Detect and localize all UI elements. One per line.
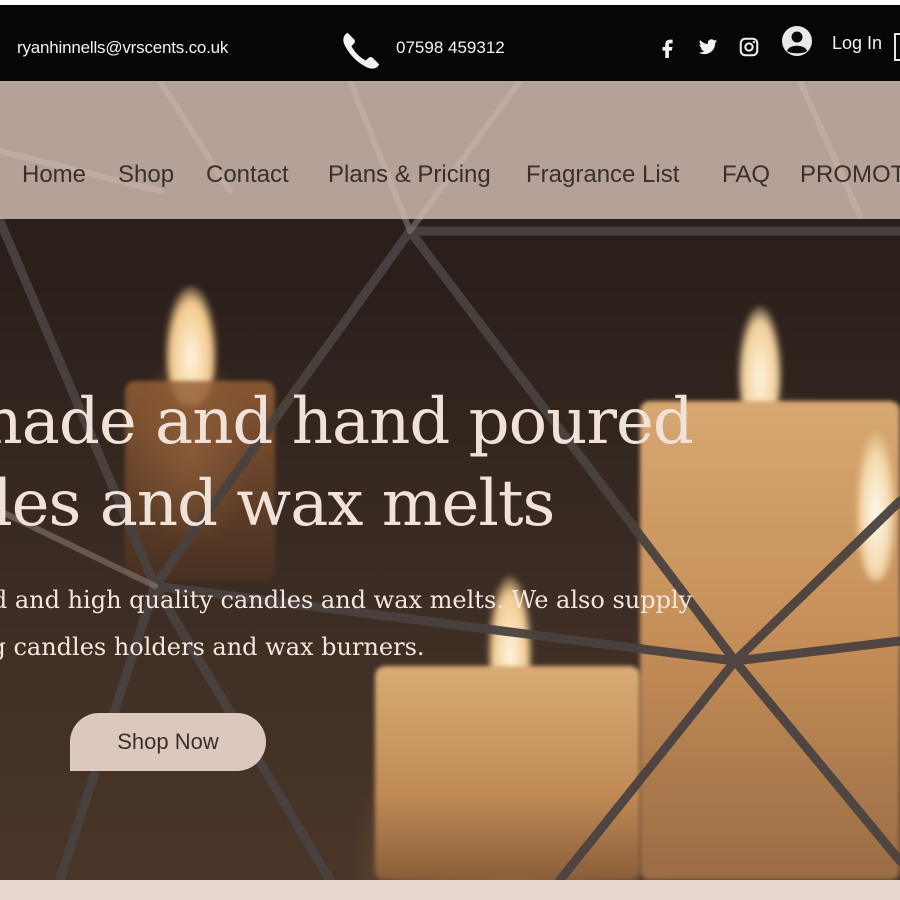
email-link[interactable]: ryanhinnells@vrscents.co.uk [17,38,228,58]
hero-subtext-line-1: ted and high quality candles and wax mel… [0,586,693,614]
instagram-icon[interactable] [738,36,760,58]
nav-fragrance-list[interactable]: Fragrance List [526,161,679,189]
phone-icon [343,32,380,69]
facebook-icon[interactable] [657,36,679,58]
hero-headline-line-2: ndles and wax melts [0,467,555,541]
page: ryanhinnells@vrscents.co.uk 07598 459312… [0,0,900,900]
candle-flame [856,431,896,581]
hero-section: Home Shop Contact Plans & Pricing Fragra… [0,81,900,880]
nav-faq[interactable]: FAQ [722,161,770,189]
cart-icon[interactable] [894,33,900,61]
phone-number[interactable]: 07598 459312 [396,38,505,58]
nav-shop[interactable]: Shop [118,161,174,189]
nav-contact[interactable]: Contact [206,161,289,189]
login-link[interactable]: Log In [832,33,882,54]
section-divider [0,880,900,900]
top-contact-bar: ryanhinnells@vrscents.co.uk 07598 459312… [0,5,900,81]
shop-now-button[interactable]: Shop Now [70,713,266,771]
user-avatar-icon[interactable] [781,25,813,57]
hero-subtext-line-2: ng candles holders and wax burners. [0,633,425,661]
nav-promotions[interactable]: PROMOT [800,161,900,189]
candle [375,666,640,880]
main-nav: Home Shop Contact Plans & Pricing Fragra… [0,81,900,219]
twitter-icon[interactable] [697,36,719,58]
hero-headline-line-1: made and hand poured [0,385,694,459]
nav-plans-pricing[interactable]: Plans & Pricing [328,161,491,189]
nav-home[interactable]: Home [22,161,86,189]
